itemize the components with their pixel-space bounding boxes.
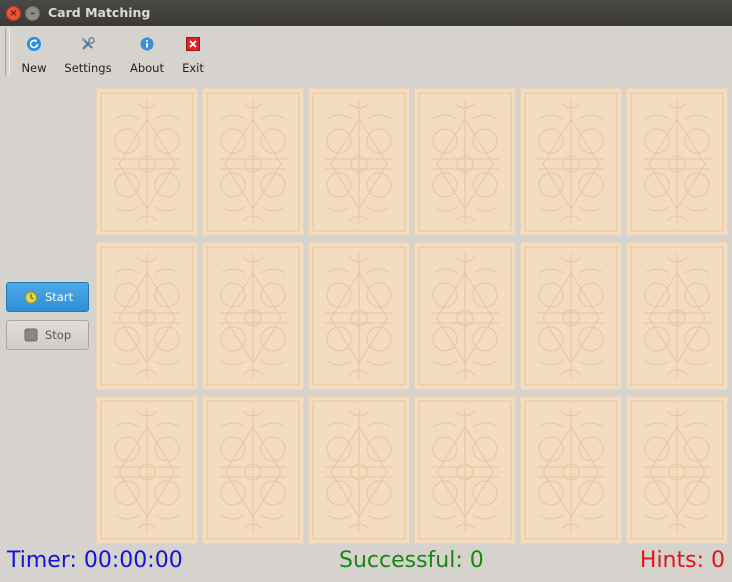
card[interactable] <box>308 242 410 390</box>
card-back-pattern <box>524 246 618 386</box>
tools-icon <box>82 37 95 50</box>
start-button[interactable]: Start <box>6 282 89 312</box>
minimize-window-button[interactable]: – <box>25 6 40 21</box>
card[interactable] <box>202 242 304 390</box>
card-back-pattern <box>312 246 406 386</box>
timer-display: Timer: 00:00:00 <box>7 548 183 573</box>
card[interactable] <box>308 88 410 236</box>
card-back-pattern <box>630 92 724 232</box>
card[interactable] <box>308 396 410 544</box>
refresh-icon <box>27 37 41 51</box>
card[interactable] <box>520 396 622 544</box>
about-button[interactable]: About <box>126 32 168 76</box>
card-back-pattern <box>312 400 406 540</box>
hints-count: Hints: 0 <box>639 548 725 573</box>
exit-label: Exit <box>182 61 204 75</box>
title-bar: × – Card Matching <box>0 0 732 26</box>
settings-label: Settings <box>64 61 112 75</box>
card[interactable] <box>202 396 304 544</box>
card[interactable] <box>626 242 728 390</box>
card[interactable] <box>626 88 728 236</box>
info-icon <box>140 37 154 51</box>
stopwatch-icon <box>24 290 38 304</box>
card-back-pattern <box>630 246 724 386</box>
exit-button[interactable]: Exit <box>178 32 208 76</box>
card-back-pattern <box>418 400 512 540</box>
new-button[interactable]: New <box>14 32 54 76</box>
start-label: Start <box>45 290 74 304</box>
card-back-pattern <box>100 400 194 540</box>
card[interactable] <box>96 242 198 390</box>
card[interactable] <box>520 88 622 236</box>
toolbar-grip[interactable] <box>5 28 10 76</box>
card-back-pattern <box>418 92 512 232</box>
minimize-icon: – <box>30 8 35 19</box>
card-back-pattern <box>524 400 618 540</box>
card-back-pattern <box>206 246 300 386</box>
card-back-pattern <box>630 400 724 540</box>
card[interactable] <box>96 88 198 236</box>
close-window-button[interactable]: × <box>6 6 21 21</box>
close-icon: × <box>9 8 18 19</box>
card-back-pattern <box>312 92 406 232</box>
card[interactable] <box>626 396 728 544</box>
window-title: Card Matching <box>48 5 151 20</box>
card[interactable] <box>414 396 516 544</box>
card-back-pattern <box>100 92 194 232</box>
card-back-pattern <box>206 400 300 540</box>
card[interactable] <box>414 242 516 390</box>
card[interactable] <box>202 88 304 236</box>
card-back-pattern <box>100 246 194 386</box>
new-label: New <box>21 61 47 75</box>
card[interactable] <box>520 242 622 390</box>
successful-count: Successful: 0 <box>339 548 484 573</box>
settings-button[interactable]: Settings <box>62 32 114 76</box>
toolbar: New Settings About Exit <box>0 26 732 79</box>
stop-icon <box>24 328 38 342</box>
card-back-pattern <box>206 92 300 232</box>
card[interactable] <box>96 396 198 544</box>
card-back-pattern <box>418 246 512 386</box>
about-label: About <box>129 61 164 75</box>
stop-label: Stop <box>45 328 72 342</box>
stop-button[interactable]: Stop <box>6 320 89 350</box>
exit-icon <box>186 37 200 51</box>
card-back-pattern <box>524 92 618 232</box>
card[interactable] <box>414 88 516 236</box>
